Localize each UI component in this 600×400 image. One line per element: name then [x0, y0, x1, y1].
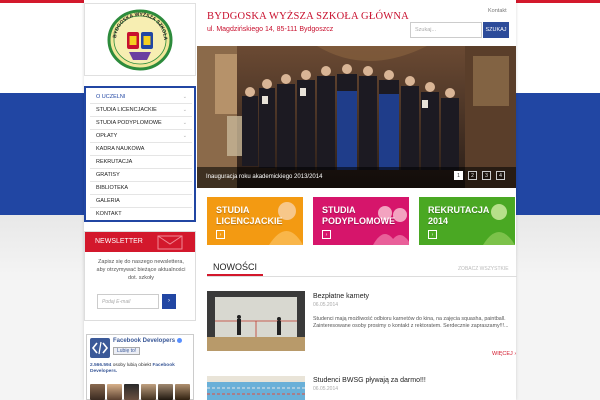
contact-link[interactable]: Kontakt [488, 8, 507, 14]
promo-line1: STUDIA [322, 205, 356, 215]
like-count: 2.566.594 [90, 363, 112, 368]
news-body: Studenci mają możliwość odbioru karnetów… [313, 316, 509, 330]
nav-item-biblioteka[interactable]: BIBLIOTEKA [90, 182, 192, 195]
chevron-right-icon: › [216, 230, 225, 239]
promo-line2: 2014 [428, 216, 449, 226]
search-input[interactable] [410, 22, 482, 38]
fan-avatar[interactable] [90, 384, 105, 400]
chevron-right-icon: › [514, 351, 517, 357]
nav-item-label: KONTAKT [96, 211, 122, 217]
newsletter-description: Zapisz się do naszego newslettera, aby o… [96, 259, 186, 281]
news-title-link[interactable]: Bezpłatne karnety [313, 293, 369, 300]
fan-avatar[interactable] [124, 384, 139, 400]
facebook-like-count-text: 2.566.594 osoby lubią obiekt Facebook De… [90, 363, 192, 375]
nav-item-studia-podyplomowe[interactable]: STUDIA PODYPLOMOWE ⌄ [90, 117, 192, 130]
code-brackets-icon [91, 341, 109, 355]
squash-court-photo [207, 291, 305, 351]
promo-studia-licencjackie[interactable]: STUDIA LICENCJACKIE › [207, 197, 303, 245]
nav-item-label: GRATISY [96, 172, 120, 178]
news-divider [207, 276, 517, 277]
site-title: BYDGOSKA WYŻSZA SZKOŁA GŁÓWNA [207, 11, 409, 22]
nav-item-oplaty[interactable]: OPŁATY ⌄ [90, 130, 192, 143]
promo-line1: REKRUTACJA [428, 205, 490, 215]
nav-item-kadra-naukowa[interactable]: KADRA NAUKOWA [90, 143, 192, 156]
fan-avatar[interactable] [175, 384, 190, 400]
promo-line1: STUDIA [216, 205, 250, 215]
newsletter-submit-button[interactable]: › [162, 294, 176, 309]
search-button[interactable]: SZUKAJ [483, 22, 509, 38]
nav-item-label: STUDIA PODYPLOMOWE [96, 120, 162, 126]
newsletter-widget: NEWSLETTER Zapisz się do naszego newslet… [84, 231, 196, 321]
news-date: 06.05.2014 [313, 386, 339, 392]
promo-label: REKRUTACJA 2014 [428, 205, 489, 227]
logo-link[interactable]: BYDGOSKA WYŻSZA SZKOŁA GŁÓWNA [84, 3, 196, 76]
slider-dot-3[interactable]: 3 [482, 171, 491, 180]
slider-dot-4[interactable]: 4 [496, 171, 505, 180]
promo-label: STUDIA LICENCJACKIE [216, 205, 283, 227]
facebook-like-box: Facebook Developers Lubię to! 2.566.594 … [86, 334, 194, 400]
slider-dot-1[interactable]: 1 [454, 171, 463, 180]
nav-item-label: STUDIA LICENCJACKIE [96, 107, 157, 113]
chevron-right-icon: › [428, 230, 437, 239]
like-count-middle: osoby lubią obiekt [112, 363, 152, 368]
facebook-developers-logo[interactable] [90, 338, 110, 358]
nav-item-o-uczelni[interactable]: O UCZELNI ⌄ [90, 91, 192, 104]
swimming-pool-photo [207, 376, 305, 400]
nav-item-label: KADRA NAUKOWA [96, 146, 145, 152]
nav-item-label: GALERIA [96, 198, 120, 204]
chevron-down-icon: ⌄ [182, 120, 187, 126]
main-navigation: O UCZELNI ⌄ STUDIA LICENCJACKIE ⌄ STUDIA P… [84, 86, 196, 222]
nav-item-galeria[interactable]: GALERIA [90, 195, 192, 208]
chevron-right-icon: › [322, 230, 331, 239]
news-read-more-label: WIĘCEJ [492, 351, 513, 357]
verified-icon [177, 338, 183, 343]
slider-caption: Inauguracja roku akademickiego 2013/2014 [206, 174, 323, 180]
facebook-like-button[interactable]: Lubię to! [113, 347, 141, 355]
news-heading: NOWOŚCI [207, 262, 263, 276]
facebook-fan-faces [90, 384, 192, 400]
fan-avatar[interactable] [141, 384, 156, 400]
chevron-down-icon: ⌄ [182, 133, 187, 139]
news-date: 06.05.2014 [313, 302, 339, 308]
news-thumbnail-pool[interactable] [207, 376, 305, 400]
envelope-icon [157, 235, 183, 250]
site-address: ul. Magdzińskiego 14, 85-111 Bydgoszcz [207, 26, 334, 33]
nav-item-gratisy[interactable]: GRATISY [90, 169, 192, 182]
news-title-link[interactable]: Studenci BWSG pływają za darmo!!! [313, 377, 426, 384]
nav-item-label: OPŁATY [96, 133, 118, 139]
promo-rekrutacja-2014[interactable]: REKRUTACJA 2014 › [419, 197, 515, 245]
news-view-all-link[interactable]: ZOBACZ WSZYSTKIE [458, 266, 509, 272]
nav-item-label: REKRUTACJA [96, 159, 133, 165]
university-seal-logo: BYDGOSKA WYŻSZA SZKOŁA GŁÓWNA [107, 8, 173, 71]
facebook-page-name[interactable]: Facebook Developers [113, 338, 183, 345]
newsletter-email-input[interactable] [97, 294, 159, 309]
chevron-down-icon: ⌄ [182, 107, 187, 113]
promo-studia-podyplomowe[interactable]: STUDIA PODYPLOMOWE › [313, 197, 409, 245]
promo-line2: PODYPLOMOWE [322, 216, 396, 226]
fan-avatar[interactable] [107, 384, 122, 400]
nav-item-label: O UCZELNI [96, 94, 126, 100]
nav-item-label: BIBLIOTEKA [96, 185, 129, 191]
nav-item-studia-licencjackie[interactable]: STUDIA LICENCJACKIE ⌄ [90, 104, 192, 117]
facebook-page-name-text: Facebook Developers [113, 338, 176, 345]
promo-label: STUDIA PODYPLOMOWE [322, 205, 395, 227]
fan-avatar[interactable] [158, 384, 173, 400]
promo-line2: LICENCJACKIE [216, 216, 283, 226]
nav-item-rekrutacja[interactable]: REKRUTACJA [90, 156, 192, 169]
news-thumbnail-squash[interactable] [207, 291, 305, 351]
news-read-more-link[interactable]: WIĘCEJ › [492, 351, 516, 357]
slider-dot-2[interactable]: 2 [468, 171, 477, 180]
nav-item-kontakt[interactable]: KONTAKT [90, 208, 192, 221]
chevron-down-icon: ⌄ [182, 94, 187, 100]
